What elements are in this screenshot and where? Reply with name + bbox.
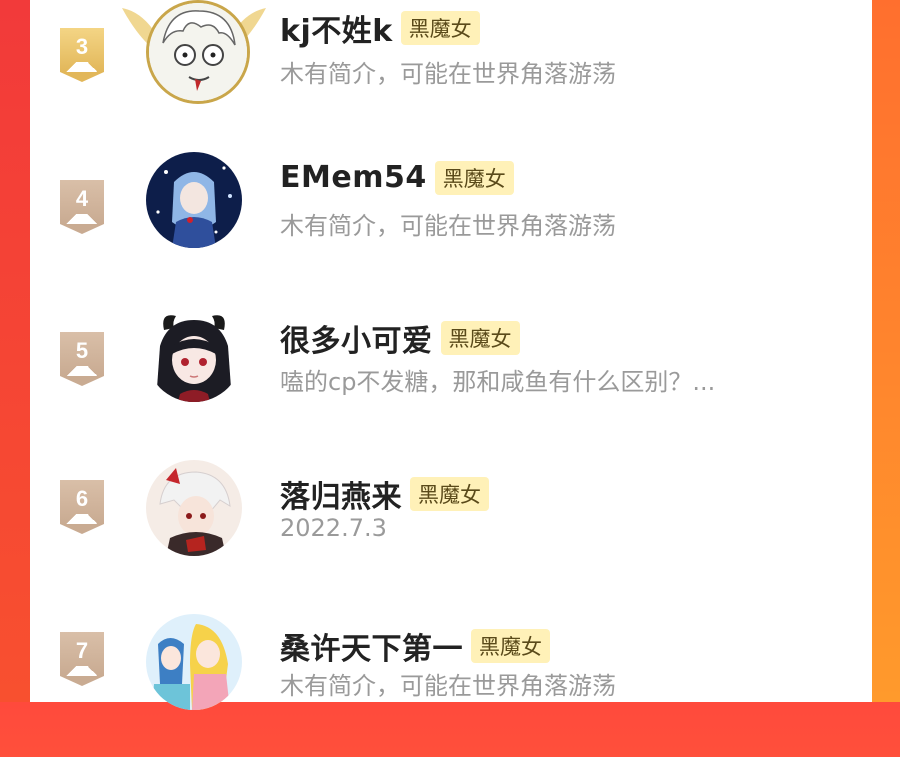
user-avatar[interactable] xyxy=(146,152,242,248)
title-badge: 黑魔女 xyxy=(400,11,480,45)
username[interactable]: 落归燕来 xyxy=(280,472,402,516)
user-bio: 木有简介，可能在世界角落游荡 xyxy=(280,212,616,240)
rank-badge: 4 xyxy=(60,180,104,234)
rank-badge: 3 xyxy=(60,28,104,82)
username[interactable]: kj不姓k xyxy=(280,6,393,50)
ranking-panel[interactable]: 3 kj不姓k 黑魔女 木有简介，可能在世界角落游荡 4 EMem54 黑魔女 … xyxy=(30,0,872,710)
title-badge: 黑魔女 xyxy=(440,321,520,355)
ranking-row[interactable]: 3 kj不姓k 黑魔女 木有简介，可能在世界角落游荡 xyxy=(30,0,872,143)
title-badge: 黑魔女 xyxy=(410,477,489,511)
rank-badge: 5 xyxy=(60,332,104,386)
right-gradient-border xyxy=(872,0,900,702)
user-bio: 木有简介，可能在世界角落游荡 xyxy=(280,672,616,700)
ranking-row[interactable]: 4 EMem54 黑魔女 木有简介，可能在世界角落游荡 xyxy=(30,142,872,295)
username[interactable]: 很多小可爱 xyxy=(280,316,433,360)
left-gradient-border xyxy=(0,0,30,702)
rank-badge: 6 xyxy=(60,480,104,534)
user-bio: 2022.7.3 xyxy=(280,514,387,542)
ranking-row[interactable]: 6 落归燕来 黑魔女 2022.7.3 xyxy=(30,450,872,603)
user-bio: 木有简介，可能在世界角落游荡 xyxy=(280,60,616,88)
ranking-row[interactable]: 5 很多小可爱 黑魔女 嗑的cp不发糖，那和咸鱼有什么区别？... xyxy=(30,296,872,449)
username[interactable]: EMem54 xyxy=(280,160,427,195)
user-avatar[interactable] xyxy=(146,306,242,402)
user-avatar[interactable] xyxy=(146,0,250,104)
title-badge: 黑魔女 xyxy=(434,160,514,195)
ranking-row[interactable]: 7 桑许天下第一 黑魔女 木有简介，可能在世界角落游荡 xyxy=(30,604,872,757)
title-badge: 黑魔女 xyxy=(471,629,550,663)
user-bio: 嗑的cp不发糖，那和咸鱼有什么区别？... xyxy=(280,368,716,396)
user-avatar[interactable] xyxy=(146,614,242,710)
user-avatar[interactable] xyxy=(146,460,242,556)
username[interactable]: 桑许天下第一 xyxy=(280,624,463,668)
rank-badge: 7 xyxy=(60,632,104,686)
